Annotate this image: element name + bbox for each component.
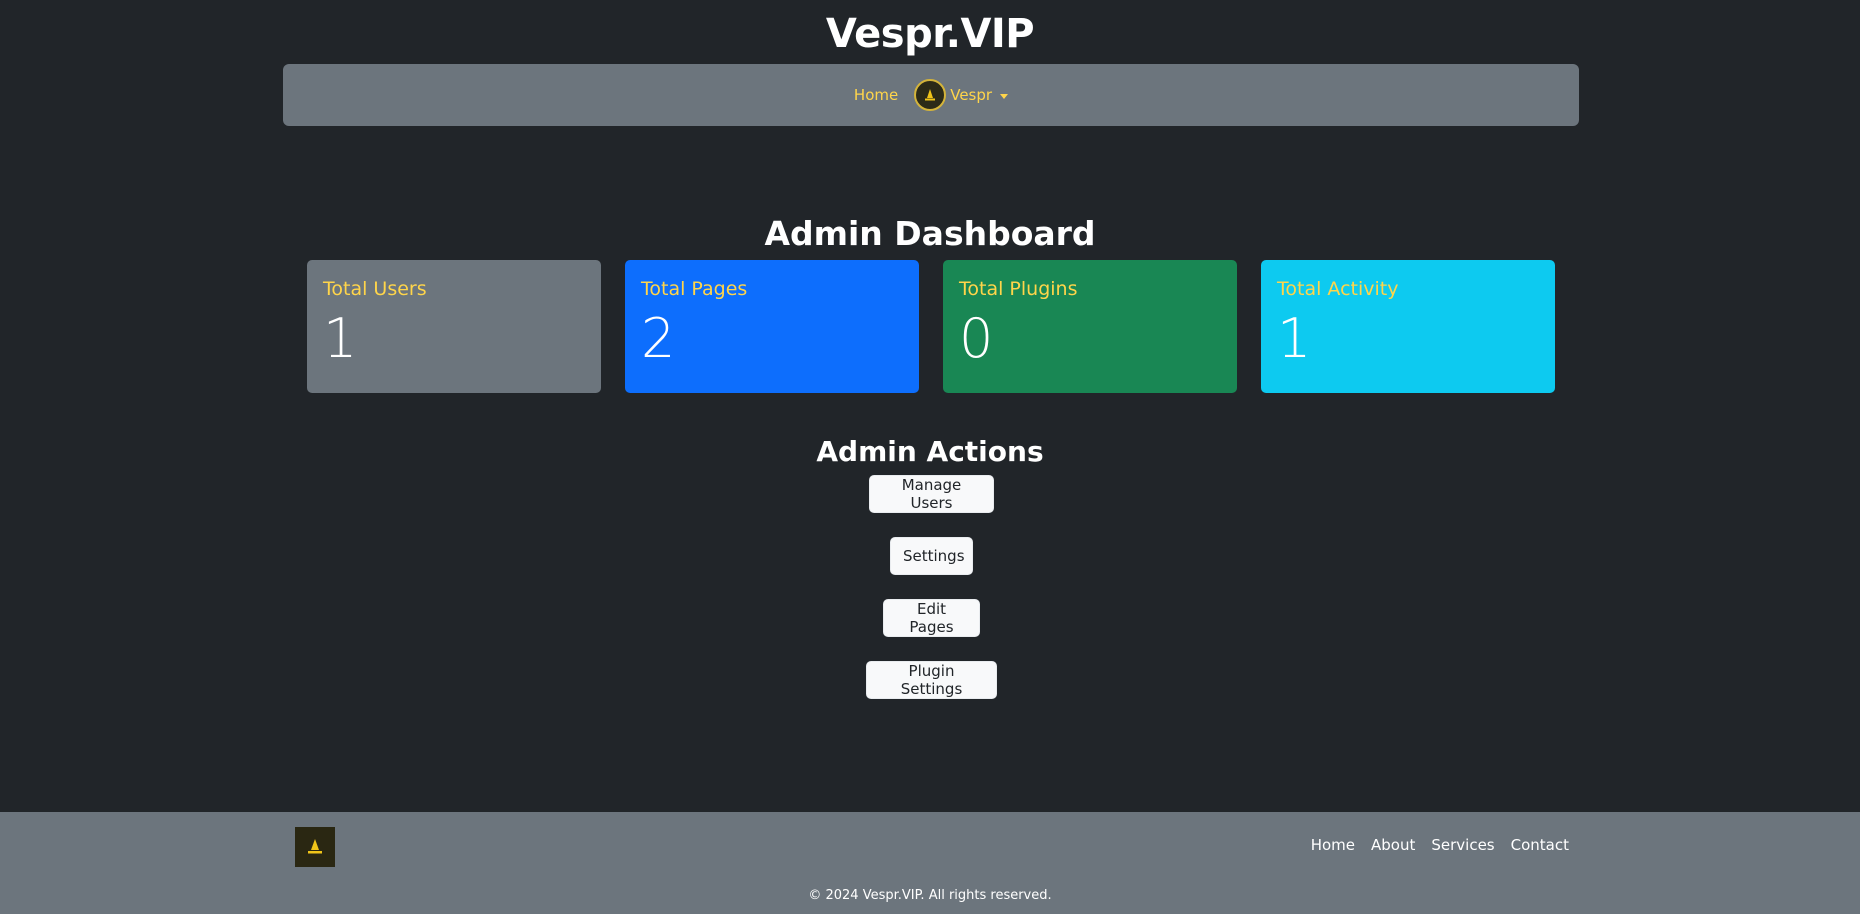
card-value: 0 bbox=[959, 307, 994, 370]
card-total-pages: Total Pages 2 bbox=[625, 260, 919, 393]
stat-cards: Total Users 1 Total Pages 2 Total Plugin… bbox=[307, 260, 1555, 394]
nav-home-link[interactable]: Home bbox=[854, 86, 898, 104]
card-total-plugins: Total Plugins 0 bbox=[943, 260, 1237, 393]
card-label: Total Activity bbox=[1277, 278, 1399, 300]
dashboard-title: Admin Dashboard bbox=[764, 214, 1096, 253]
footer-link-about[interactable]: About bbox=[1371, 836, 1415, 854]
footer-link-services[interactable]: Services bbox=[1431, 836, 1494, 854]
user-dropdown[interactable]: Vespr bbox=[914, 79, 1009, 111]
site-title: Vespr.VIP bbox=[825, 11, 1035, 57]
card-label: Total Plugins bbox=[959, 278, 1078, 300]
footer-logo[interactable] bbox=[295, 827, 335, 867]
user-dropdown-label: Vespr bbox=[950, 86, 993, 104]
card-value: 1 bbox=[1277, 307, 1312, 370]
settings-button[interactable]: Settings bbox=[890, 537, 973, 575]
logo-icon bbox=[925, 89, 936, 101]
copyright: © 2024 Vespr.VIP. All rights reserved. bbox=[808, 888, 1052, 903]
footer: Home About Services Contact © 2024 Vespr… bbox=[0, 812, 1860, 914]
edit-pages-button[interactable]: Edit Pages bbox=[883, 599, 980, 637]
card-total-activity: Total Activity 1 bbox=[1261, 260, 1555, 393]
manage-users-button[interactable]: Manage Users bbox=[869, 475, 994, 513]
card-value: 1 bbox=[323, 307, 358, 370]
avatar bbox=[914, 79, 947, 111]
actions-title: Admin Actions bbox=[816, 435, 1044, 468]
navbar: Home Vespr bbox=[283, 64, 1579, 126]
card-label: Total Users bbox=[323, 278, 427, 300]
card-value: 2 bbox=[641, 307, 676, 370]
footer-nav: Home About Services Contact bbox=[1295, 836, 1569, 854]
footer-link-contact[interactable]: Contact bbox=[1511, 836, 1569, 854]
card-total-users: Total Users 1 bbox=[307, 260, 601, 393]
footer-link-home[interactable]: Home bbox=[1311, 836, 1355, 854]
plugin-settings-button[interactable]: Plugin Settings bbox=[866, 661, 997, 699]
card-label: Total Pages bbox=[641, 278, 748, 300]
caret-down-icon bbox=[1000, 93, 1009, 99]
logo-icon bbox=[308, 839, 322, 854]
